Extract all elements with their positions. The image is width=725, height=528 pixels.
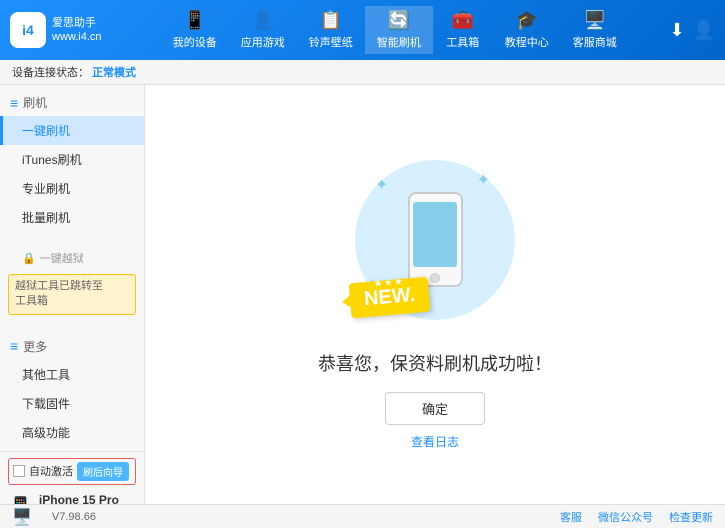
star-icon-2: ★	[384, 277, 392, 287]
success-message: 恭喜您，保资料刷机成功啦！	[318, 350, 552, 376]
sidebar-item-onekey[interactable]: 一键刷机	[0, 116, 144, 145]
nav-ringtones[interactable]: 📋 铃声壁纸	[297, 6, 365, 54]
star-icon-1: ★	[374, 278, 382, 288]
content-area: ✦ ✦ ✦ ★ ★ ★ NEW. 恭喜您，保资料刷机成功啦！ 确定 查看日志	[145, 85, 725, 504]
header: i4 爱思助手 www.i4.cn 📱 我的设备 👤 应用游戏 📋 铃声壁纸 🔄…	[0, 0, 725, 60]
sidebar-notice: 越狱工具已跳转至 工具箱	[8, 274, 136, 315]
auto-activate-checkbox[interactable]	[13, 465, 25, 477]
footer-icon: 🖥️	[12, 507, 32, 527]
flash-section-icon: ≡	[10, 95, 18, 111]
sidebar-item-batch[interactable]: 批量刷机	[0, 203, 144, 232]
device-details: iPhone 15 Pro Max 512GB iPhone	[39, 493, 136, 504]
success-illustration: ✦ ✦ ✦ ★ ★ ★ NEW.	[335, 140, 535, 340]
apps-games-icon: 👤	[252, 10, 274, 31]
version-text: V7.98.66	[52, 511, 96, 523]
nav-smart-flash[interactable]: 🔄 智能刷机	[365, 6, 433, 54]
nav-my-device[interactable]: 📱 我的设备	[161, 6, 229, 54]
nav-right-controls: ⬇ 👤	[669, 20, 715, 41]
device-info: 📱 iPhone 15 Pro Max 512GB iPhone	[8, 491, 136, 504]
confirm-button[interactable]: 确定	[385, 392, 485, 425]
ringtones-icon: 📋	[320, 10, 342, 31]
sidebar-section-more: ≡ 更多 其他工具 下载固件 高级功能	[0, 329, 144, 451]
device-section: 自动激活 刷后向导 📱 iPhone 15 Pro Max 512GB iPho…	[0, 451, 144, 504]
logo: i4 爱思助手 www.i4.cn	[10, 12, 120, 48]
download-icon[interactable]: ⬇	[669, 20, 684, 41]
more-section-icon: ≡	[10, 338, 18, 354]
nav-toolbox[interactable]: 🧰 工具箱	[433, 6, 493, 54]
logo-text: 爱思助手 www.i4.cn	[52, 16, 102, 45]
footer-link-service[interactable]: 客服	[560, 509, 582, 525]
sparkle-icon-1: ✦	[375, 175, 388, 195]
lock-icon: 🔒	[22, 252, 36, 265]
sidebar-item-advanced[interactable]: 高级功能	[0, 418, 144, 447]
sidebar-item-others[interactable]: 其他工具	[0, 360, 144, 389]
sidebar-item-pro[interactable]: 专业刷机	[0, 174, 144, 203]
phone-home-button	[430, 273, 440, 283]
nav-service[interactable]: 🖥️ 客服商城	[561, 6, 629, 54]
tutorials-icon: 🎓	[516, 10, 538, 31]
nav-tutorials[interactable]: 🎓 教程中心	[493, 6, 561, 54]
guide-button[interactable]: 刷后向导	[77, 462, 129, 481]
sidebar-header-more: ≡ 更多	[0, 333, 144, 360]
device-phone-icon: 📱	[8, 495, 33, 504]
footer-right: 客服 微信公众号 检查更新	[560, 509, 713, 525]
my-device-icon: 📱	[184, 10, 206, 31]
sidebar-header-flash: ≡ 刷机	[0, 89, 144, 116]
nav-apps-games[interactable]: 👤 应用游戏	[229, 6, 297, 54]
nav-bar: 📱 我的设备 👤 应用游戏 📋 铃声壁纸 🔄 智能刷机 🧰 工具箱 🎓 教程中心…	[120, 6, 669, 54]
device-name: iPhone 15 Pro Max	[39, 493, 136, 504]
user-icon[interactable]: 👤	[693, 20, 715, 41]
phone-screen	[413, 202, 457, 267]
sidebar: ≡ 刷机 一键刷机 iTunes刷机 专业刷机 批量刷机 🔒 一键越狱	[0, 85, 145, 504]
auto-row: 自动激活 刷后向导	[8, 458, 136, 485]
sidebar-item-itunes[interactable]: iTunes刷机	[0, 145, 144, 174]
logo-icon: i4	[10, 12, 46, 48]
footer-bar: 🖥️ V7.98.66 客服 微信公众号 检查更新	[0, 504, 725, 528]
star-icon-3: ★	[394, 276, 402, 286]
sidebar-section-restore: 🔒 一键越狱 越狱工具已跳转至 工具箱	[0, 242, 144, 323]
new-badge: ★ ★ ★ NEW.	[349, 276, 431, 318]
footer-left: 🖥️	[12, 507, 32, 527]
sidebar-section-flash: ≡ 刷机 一键刷机 iTunes刷机 专业刷机 批量刷机	[0, 85, 144, 236]
sidebar-header-restore: 🔒 一键越狱	[0, 246, 144, 270]
new-stars: ★ ★ ★	[374, 276, 402, 287]
smart-flash-icon: 🔄	[388, 10, 410, 31]
sidebar-item-download[interactable]: 下载固件	[0, 389, 144, 418]
toolbox-icon: 🧰	[452, 10, 474, 31]
footer-link-update[interactable]: 检查更新	[669, 509, 713, 525]
sparkle-icon-2: ✦	[477, 170, 490, 190]
service-icon: 🖥️	[584, 10, 606, 31]
footer-link-wechat[interactable]: 微信公众号	[598, 509, 653, 525]
log-link[interactable]: 查看日志	[411, 433, 459, 450]
breadcrumb: 设备连接状态： 正常模式	[0, 60, 725, 85]
main-layout: ≡ 刷机 一键刷机 iTunes刷机 专业刷机 批量刷机 🔒 一键越狱	[0, 85, 725, 504]
phone-body	[408, 192, 463, 287]
